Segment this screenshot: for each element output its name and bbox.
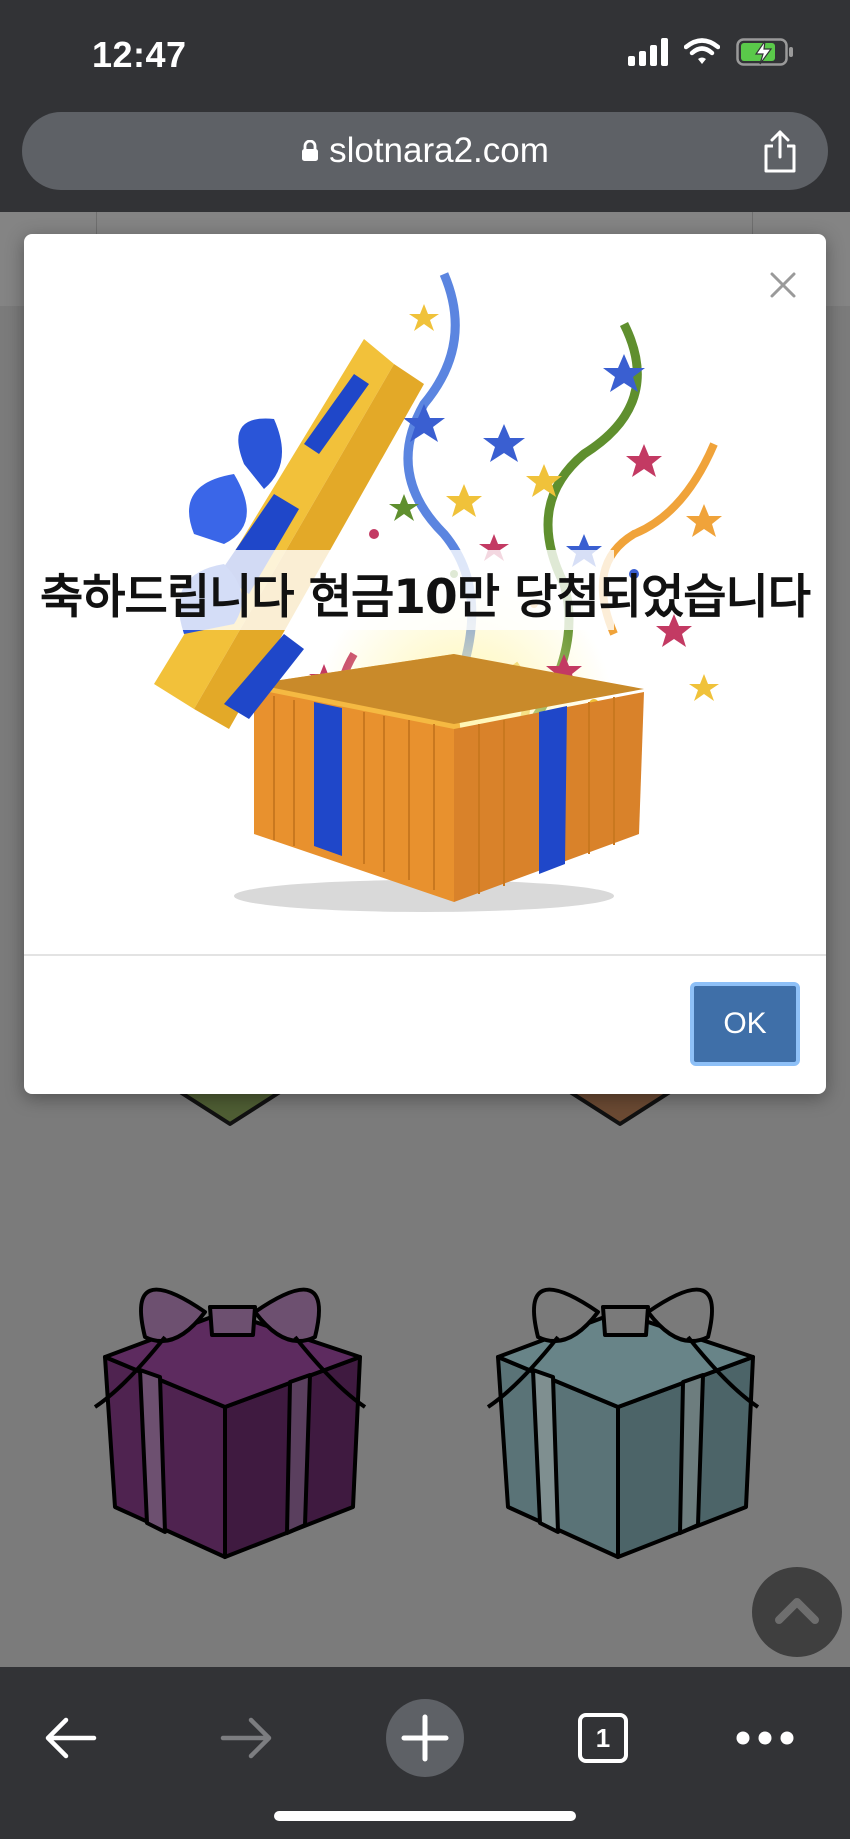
gift-box-icon[interactable]: [85, 1257, 375, 1577]
gift-box-icon[interactable]: [170, 1092, 290, 1142]
url-content[interactable]: slotnara2.com: [22, 112, 828, 190]
lock-icon: [302, 140, 319, 161]
browser-url-area: slotnara2.com: [0, 108, 850, 212]
back-button[interactable]: [25, 1693, 115, 1783]
back-arrow-icon: [45, 1717, 97, 1759]
modal-divider: [24, 954, 826, 956]
gift-box-icon[interactable]: [478, 1257, 768, 1577]
new-tab-plus-icon: [386, 1699, 464, 1777]
new-tab-button[interactable]: [380, 1693, 470, 1783]
tabs-icon: 1: [578, 1713, 628, 1763]
prize-modal: 축하드립니다 현금10만 당첨되었습니다 OK: [24, 234, 826, 1094]
share-icon[interactable]: [760, 130, 800, 174]
battery-charging-icon: [736, 38, 793, 66]
address-bar[interactable]: slotnara2.com: [22, 112, 828, 190]
prize-message: 축하드립니다 현금10만 당첨되었습니다: [40, 570, 811, 625]
status-time: 12:47: [92, 34, 187, 75]
ok-button[interactable]: OK: [690, 982, 800, 1066]
tabs-button[interactable]: 1: [558, 1693, 648, 1783]
home-indicator: [274, 1811, 576, 1821]
more-dots-icon: [736, 1731, 794, 1745]
more-button[interactable]: [720, 1693, 810, 1783]
chevron-up-icon: [775, 1598, 819, 1624]
url-text: slotnara2.com: [329, 131, 549, 170]
close-icon[interactable]: [768, 270, 798, 300]
wifi-icon: [684, 38, 720, 64]
forward-arrow-icon: [220, 1717, 272, 1759]
scroll-top-button[interactable]: [752, 1567, 842, 1657]
signal-icon: [628, 38, 668, 66]
forward-button[interactable]: [202, 1693, 292, 1783]
status-icons: [628, 38, 794, 66]
status-bar: 12:47: [0, 0, 850, 108]
gift-box-icon[interactable]: [560, 1092, 680, 1142]
